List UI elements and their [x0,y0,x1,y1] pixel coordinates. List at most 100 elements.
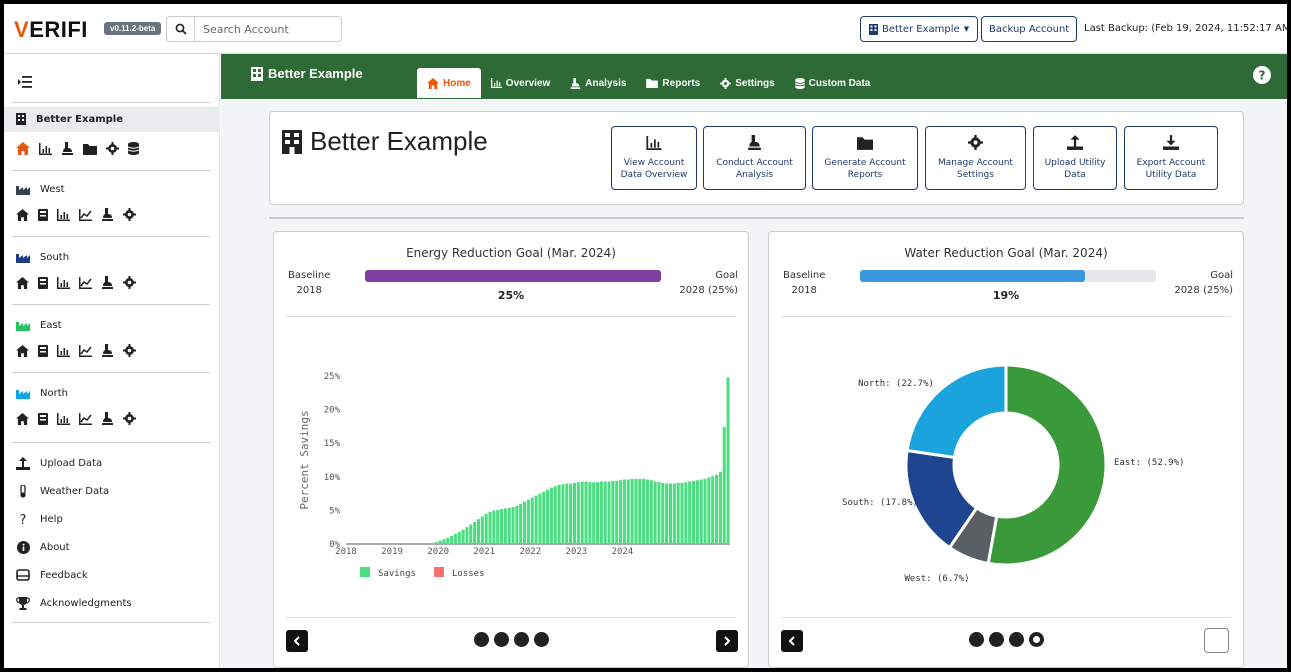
sidebar-link-upload-data[interactable]: Upload Data [16,457,102,470]
tab-settings[interactable]: Settings [710,68,784,98]
menu-collapse-icon [18,76,32,88]
sidebar-link-weather-data[interactable]: Weather Data [16,485,109,498]
sidebar-link-feedback[interactable]: Feedback [16,569,88,581]
help-button[interactable]: ? [1253,66,1271,87]
line-chart-icon[interactable] [79,412,92,425]
overview-chart-icon[interactable] [57,412,70,425]
meter-icon[interactable] [38,208,48,221]
savings-bar [576,482,580,544]
tab-custom-data[interactable]: Custom Data [785,68,881,98]
carousel-dot-2[interactable] [493,632,509,647]
expand-checkbox[interactable] [1204,628,1229,653]
gear-icon[interactable] [123,208,136,221]
folder-icon[interactable] [83,143,97,155]
overview-chart-icon[interactable] [57,344,70,357]
savings-bar [711,476,715,544]
gear-icon[interactable] [123,344,136,357]
savings-bar [626,479,630,544]
search-button[interactable] [166,16,194,42]
analysis-icon[interactable] [101,208,114,221]
sidebar-item-account[interactable]: Better Example [16,113,123,125]
sidebar-link-label: Acknowledgments [40,598,132,609]
conduct-analysis-button[interactable]: Conduct Account Analysis [703,126,806,190]
sidebar-facility-south[interactable]: South [16,252,69,263]
sidebar-facility-north[interactable]: North [16,388,68,399]
gear-icon[interactable] [123,276,136,289]
sidebar-link-label: Weather Data [40,486,110,497]
home-icon[interactable] [16,412,29,425]
water-baseline-label: Baseline [783,270,826,281]
overview-chart-icon[interactable] [57,276,70,289]
overview-chart-icon[interactable] [39,142,52,155]
info-icon [16,541,30,554]
account-selector-label: Better Example [882,23,960,35]
meter-icon[interactable] [38,276,48,289]
search-input[interactable] [194,16,342,42]
account-selector-button[interactable]: Better Example ▼ [860,16,979,42]
sidebar-link-about[interactable]: About [16,541,70,554]
logo[interactable]: VERIFI [14,17,88,43]
tab-reports[interactable]: Reports [636,68,710,98]
legend-losses-label: Losses [452,569,485,579]
home-icon[interactable] [16,276,29,289]
upload-utility-data-button[interactable]: Upload Utility Data [1033,126,1117,190]
legend-savings-swatch[interactable] [360,567,370,577]
gear-icon[interactable] [123,412,136,425]
backup-account-button[interactable]: Backup Account [981,16,1078,42]
sidebar-facility-west[interactable]: West [16,184,65,195]
home-icon[interactable] [16,208,29,221]
water-goal-year: 2028 (25%) [1174,285,1233,296]
sidebar: Better Example West South East North Upload… [4,54,220,668]
carousel-dot-3[interactable] [1008,632,1024,647]
carousel-dot-1[interactable] [473,632,489,647]
line-chart-icon[interactable] [79,208,92,221]
meter-icon[interactable] [38,344,48,357]
carousel-dot-3[interactable] [513,632,529,647]
home-icon[interactable] [16,344,29,357]
carousel-dot-2[interactable] [988,632,1004,647]
carousel-dot-4[interactable] [533,632,549,647]
tab-analysis[interactable]: Analysis [560,68,636,98]
manage-settings-button-label: Manage Account Settings [938,158,1013,180]
gear-icon[interactable] [106,142,119,155]
analysis-icon[interactable] [101,412,114,425]
meter-icon[interactable] [38,412,48,425]
logo-text: ERIFI [29,17,88,42]
sidebar-link-acknowledgments[interactable]: Acknowledgments [16,597,132,610]
legend-losses-swatch[interactable] [434,567,444,577]
savings-bar [572,482,576,544]
energy-goal: Goal 2028 (25%) [679,268,738,298]
savings-bar [561,484,565,544]
manage-settings-button[interactable]: Manage Account Settings [925,126,1026,190]
sidebar-facility-east[interactable]: East [16,320,62,331]
next-slide-button[interactable] [716,630,738,652]
facility-shortcuts [16,276,136,289]
tab-overview[interactable]: Overview [481,68,560,98]
database-icon[interactable] [128,142,139,155]
overview-chart-icon [646,135,662,154]
savings-bar [465,527,469,544]
carousel-dot-4[interactable] [1028,632,1044,647]
x-tick-label: 2023 [566,547,588,557]
line-chart-icon[interactable] [79,344,92,357]
water-goal-card: Water Reduction Goal (Mar. 2024) Baselin… [768,231,1244,668]
water-goal: Goal 2028 (25%) [1174,268,1233,298]
y-tick-label: 5% [329,506,340,516]
line-chart-icon[interactable] [79,276,92,289]
savings-bar [519,503,523,544]
savings-bar [611,480,615,544]
tab-home[interactable]: Home [417,68,481,98]
generate-reports-button[interactable]: Generate Account Reports [812,126,918,190]
home-icon[interactable] [16,142,30,155]
view-data-overview-button[interactable]: View Account Data Overview [611,126,697,190]
export-utility-data-button[interactable]: Export Account Utility Data [1124,126,1218,190]
analysis-icon[interactable] [101,276,114,289]
savings-bar [534,495,538,544]
sidebar-link-help[interactable]: ? Help [16,513,63,526]
overview-chart-icon[interactable] [57,208,70,221]
analysis-icon[interactable] [101,344,114,357]
analysis-icon[interactable] [61,142,74,155]
y-tick-label: 25% [324,372,341,382]
carousel-dot-1[interactable] [968,632,984,647]
menu-toggle-button[interactable] [18,76,32,91]
